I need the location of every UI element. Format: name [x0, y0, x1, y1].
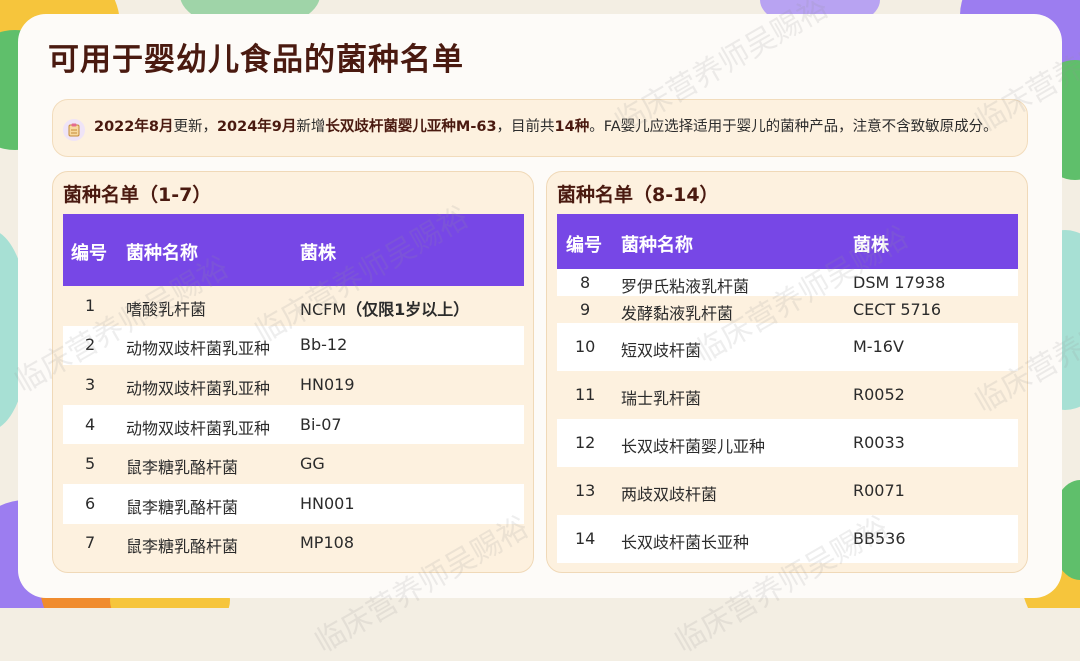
panel-title-left: 菌种名单（1-7）	[63, 184, 212, 206]
note-date-2: 2024年9月	[216, 119, 297, 135]
table-row: 7 鼠李糖乳酪杆菌 MP108	[63, 523, 524, 564]
table-header-right: 编号 菌种名称 菌株	[557, 214, 1018, 269]
table-row: 10 短双歧杆菌 M-16V	[557, 323, 1018, 371]
strain-code: HN001	[300, 493, 355, 513]
row-number: 8	[580, 272, 591, 292]
header-name: 菌种名称	[126, 243, 198, 264]
row-number: 7	[85, 533, 96, 553]
clipboard-icon	[63, 119, 85, 141]
table-row: 4 动物双歧杆菌乳亚种 Bi-07	[63, 404, 524, 445]
table-row: 2 动物双歧杆菌乳亚种 Bb-12	[63, 325, 524, 366]
row-number: 3	[85, 374, 96, 394]
row-number: 12	[575, 433, 596, 452]
strain-panel-right: 菌种名单（8-14） 编号 菌种名称 菌株 8 罗伊氏粘液乳杆菌 DSM 17938…	[546, 171, 1028, 573]
header-number: 编号	[566, 235, 602, 256]
strain-code: Bb-12	[300, 335, 348, 355]
row-number: 5	[85, 454, 96, 474]
panel-title-right: 菌种名单（8-14）	[557, 184, 719, 206]
header-strain: 菌株	[300, 243, 336, 264]
table-row: 8 罗伊氏粘液乳杆菌 DSM 17938	[557, 269, 1018, 296]
row-strain-name: 长双歧杆菌长亚种	[621, 533, 750, 552]
row-strain-id: HN001	[300, 494, 355, 513]
table-header-left: 编号 菌种名称 菌株	[63, 214, 524, 286]
row-strain-id: R0052	[853, 385, 905, 404]
row-strain-id: NCFM（仅限1岁以上）	[300, 296, 469, 320]
strain-note: （仅限1岁以上）	[346, 299, 470, 319]
table-row: 13 两歧双歧杆菌 R0071	[557, 467, 1018, 515]
note-date-1: 2022年8月	[94, 119, 174, 135]
table-row: 9 发酵黏液乳杆菌 CECT 5716	[557, 296, 1018, 323]
row-strain-name: 两歧双歧杆菌	[621, 485, 718, 504]
row-strain-name: 鼠李糖乳酪杆菌	[126, 458, 239, 478]
row-number: 9	[580, 299, 591, 319]
strain-code: HN019	[300, 374, 355, 394]
table-row: 6 鼠李糖乳酪杆菌 HN001	[63, 484, 524, 524]
note-text-2: 更新，	[173, 119, 217, 135]
strain-panel-left: 菌种名单（1-7） 编号 菌种名称 菌株 1 嗜酸乳杆菌 NCFM（仅限1岁以上） 2…	[52, 171, 534, 573]
info-note: 2022年8月更新，2024年9月新增长双歧杆菌婴儿亚种M-63，目前共14种。…	[52, 99, 1028, 157]
row-strain-id: HN019	[300, 375, 355, 394]
row-strain-id: GG	[300, 454, 325, 473]
table-row: 5 鼠李糖乳酪杆菌 GG	[63, 444, 524, 484]
note-count: 14种	[554, 119, 590, 135]
row-strain-name: 动物双歧杆菌乳亚种	[126, 418, 271, 438]
header-name: 菌种名称	[621, 235, 693, 256]
row-number: 14	[575, 529, 596, 548]
note-text-4: 新增	[296, 119, 326, 135]
row-strain-name: 动物双歧杆菌乳亚种	[126, 339, 271, 359]
row-number: 13	[575, 481, 596, 500]
table-row: 11 瑞士乳杆菌 R0052	[557, 371, 1018, 419]
row-strain-name: 罗伊氏粘液乳杆菌	[621, 276, 750, 296]
row-number: 10	[575, 337, 596, 356]
row-number: 4	[85, 414, 96, 434]
row-strain-id: R0033	[853, 433, 905, 452]
row-strain-id: BB536	[853, 529, 906, 548]
header-number: 编号	[71, 243, 107, 264]
row-strain-name: 鼠李糖乳酪杆菌	[126, 537, 239, 557]
strain-code: MP108	[300, 533, 354, 553]
row-strain-id: M-16V	[853, 337, 904, 356]
row-strain-name: 短双歧杆菌	[621, 341, 702, 360]
note-text-8: 。FA婴儿应选择适用于婴儿的菌种产品，注意不含致敏原成分。	[589, 119, 998, 135]
table-row: 3 动物双歧杆菌乳亚种 HN019	[63, 365, 524, 405]
row-strain-id: R0071	[853, 481, 905, 500]
note-text: 2022年8月更新，2024年9月新增长双歧杆菌婴儿亚种M-63，目前共14种。…	[94, 117, 998, 137]
header-strain: 菌株	[853, 235, 889, 256]
row-strain-name: 瑞士乳杆菌	[621, 389, 702, 408]
row-number: 11	[575, 385, 596, 404]
strain-code: NCFM	[300, 299, 347, 319]
row-strain-name: 动物双歧杆菌乳亚种	[126, 378, 271, 398]
page-title: 可用于婴幼儿食品的菌种名单	[48, 42, 464, 78]
strain-code: Bi-07	[300, 414, 342, 434]
row-number: 6	[85, 493, 96, 513]
row-strain-id: Bi-07	[300, 415, 342, 434]
table-row: 1 嗜酸乳杆菌 NCFM（仅限1岁以上）	[63, 286, 524, 326]
note-text-6: ，目前共	[496, 119, 555, 135]
row-number: 1	[85, 295, 96, 315]
table-row: 12 长双歧杆菌婴儿亚种 R0033	[557, 419, 1018, 467]
note-new-strain: 长双歧杆菌婴儿亚种M-63	[325, 119, 497, 135]
strain-code: GG	[300, 454, 325, 474]
row-strain-name: 鼠李糖乳酪杆菌	[126, 497, 239, 517]
row-strain-name: 长双歧杆菌婴儿亚种	[621, 437, 766, 456]
table-row: 14 长双歧杆菌长亚种 BB536	[557, 515, 1018, 563]
row-strain-id: CECT 5716	[853, 299, 942, 319]
row-strain-id: DSM 17938	[853, 272, 946, 292]
row-strain-id: Bb-12	[300, 335, 347, 354]
row-number: 2	[85, 335, 96, 355]
row-strain-id: MP108	[300, 533, 354, 552]
row-strain-name: 嗜酸乳杆菌	[126, 299, 207, 319]
row-strain-name: 发酵黏液乳杆菌	[621, 303, 734, 323]
